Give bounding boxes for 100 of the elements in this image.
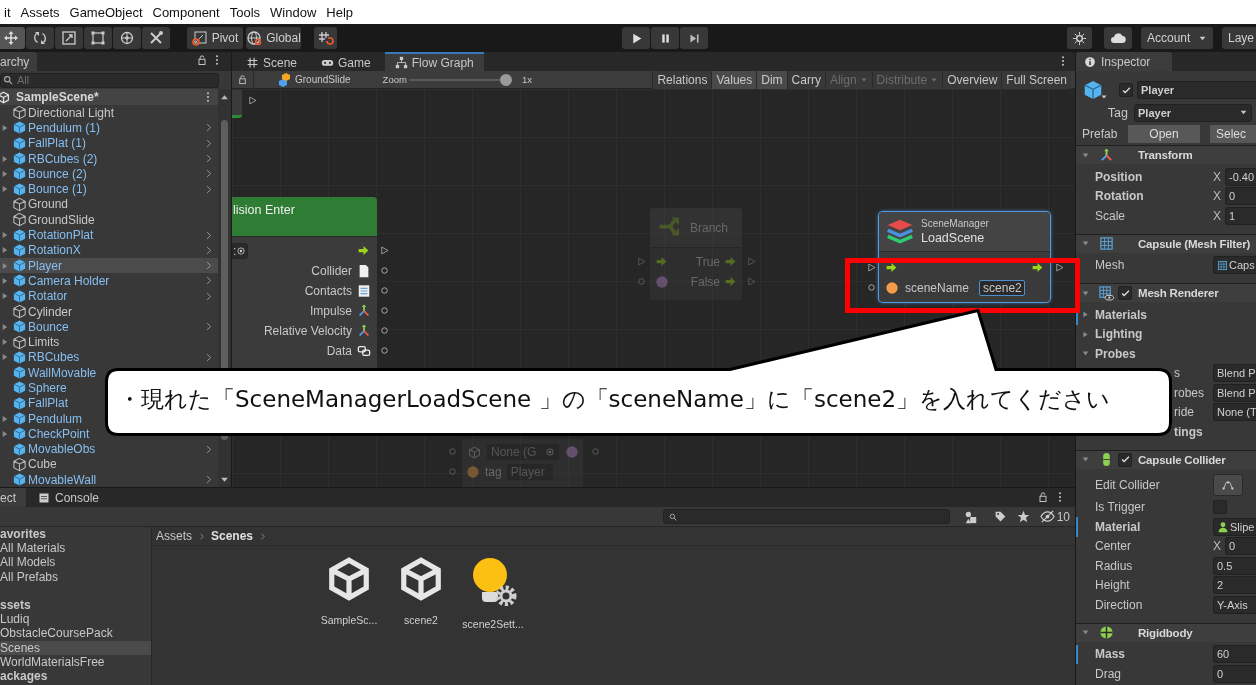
hierarchy-item[interactable]: Directional Light (0, 105, 118, 121)
edit-collider-button[interactable] (1213, 473, 1243, 496)
hierarchy-item[interactable]: Pendulum (1) (0, 120, 218, 136)
tree-section[interactable]: ssets (0, 597, 151, 613)
pause-button[interactable] (651, 27, 679, 49)
hierarchy-item[interactable]: MovableObs (0, 441, 218, 457)
hierarchy-item[interactable]: MovableWall (0, 472, 218, 487)
object-field[interactable]: : (232, 243, 248, 259)
menu-item[interactable]: Window (266, 4, 323, 20)
hierarchy-item[interactable]: Camera Holder (0, 273, 218, 289)
tool-button[interactable] (26, 27, 54, 49)
layers-dropdown[interactable]: Laye (1222, 27, 1256, 49)
step-button[interactable] (680, 27, 708, 49)
slider-thumb[interactable] (499, 73, 512, 86)
asset-name[interactable]: SampleSc... (320, 614, 378, 626)
hierarchy-item[interactable]: Cylinder (0, 303, 75, 320)
panel-tab[interactable]: Game (311, 52, 381, 71)
hierarchy-item[interactable]: RBCubes (2) (0, 150, 218, 167)
scene-row[interactable]: SampleScene* (0, 89, 218, 105)
checkbox[interactable] (1118, 286, 1132, 300)
breadcrumb-link[interactable]: Assets (156, 529, 192, 543)
hierarchy-item[interactable]: Sphere (0, 380, 70, 396)
number-field[interactable]: 0 (1225, 187, 1256, 206)
hierarchy-item[interactable]: Cube (0, 456, 60, 473)
menu-item[interactable]: Assets (16, 4, 66, 20)
hierarchy-item[interactable]: Pendulum (0, 410, 86, 427)
graph-node[interactable] (232, 90, 242, 118)
lighting-button[interactable] (1067, 27, 1092, 49)
number-field[interactable]: 0.5 (1213, 556, 1256, 575)
tool-button[interactable] (113, 27, 141, 49)
hierarchy-item[interactable]: Ground (0, 196, 72, 213)
tool-button[interactable] (55, 27, 83, 49)
tag-dropdown[interactable]: Player (1134, 103, 1252, 122)
hierarchy-item[interactable]: Player (0, 257, 218, 274)
tree-item[interactable]: ObstacleCoursePack (0, 626, 151, 641)
hierarchy-item[interactable]: GroundSlide (0, 212, 98, 228)
panel-tab[interactable]: ect (0, 488, 26, 507)
component-header[interactable]: Transform (1076, 145, 1256, 164)
panel-tab[interactable]: Scene (236, 52, 308, 71)
hierarchy-item[interactable]: CheckPoint (0, 426, 93, 442)
hierarchy-item[interactable]: FallPlat (1) (0, 135, 218, 151)
tree-item[interactable]: WorldMaterialsFree (0, 654, 151, 669)
search-field[interactable] (662, 509, 950, 524)
foldout-label[interactable]: Probes (1095, 346, 1256, 361)
text-field[interactable]: scene2 (979, 280, 1026, 296)
object-field[interactable]: Caps (1213, 256, 1256, 275)
hierarchy-item[interactable]: Bounce (0, 319, 218, 335)
tree-section[interactable]: avorites (0, 527, 151, 542)
number-field[interactable]: -0.40 (1225, 167, 1256, 186)
hierarchy-item[interactable]: Bounce (1) (0, 181, 218, 197)
panel-tab[interactable]: archy (0, 52, 38, 71)
prefab-button[interactable]: Open (1128, 124, 1200, 143)
checkbox[interactable] (1118, 452, 1132, 467)
breadcrumb-link[interactable]: Scenes (211, 529, 254, 543)
hierarchy-item[interactable]: RBCubes (0, 349, 218, 366)
tree-item[interactable]: All Prefabs (0, 569, 151, 584)
hierarchy-item[interactable]: Limits (0, 334, 63, 350)
asset-name[interactable]: scene2 (404, 614, 438, 626)
hierarchy-item[interactable]: Rotator (0, 288, 218, 304)
number-field[interactable]: 0 (1213, 664, 1256, 683)
component-header[interactable]: Capsule (Mesh Filter) (1076, 233, 1256, 253)
search-field[interactable]: All (0, 72, 219, 88)
global-button[interactable]: Global (246, 27, 301, 49)
tree-item[interactable]: All Models (0, 555, 151, 570)
menu-item[interactable]: GameObject (65, 4, 149, 20)
play-button[interactable] (622, 27, 650, 49)
tool-button[interactable] (84, 27, 112, 49)
dropdown[interactable]: None (T (1213, 403, 1256, 422)
asset-name[interactable]: scene2Sett... (462, 618, 524, 630)
hierarchy-item[interactable]: FallPlat (0, 395, 71, 411)
menu-item[interactable]: Help (322, 4, 360, 20)
menu-item[interactable]: it (0, 4, 17, 20)
object-field[interactable]: Slipe (1213, 517, 1256, 536)
number-field[interactable]: 0 (1225, 537, 1256, 556)
component-header[interactable]: Rigidbody (1076, 622, 1256, 642)
dropdown[interactable]: Y-Axis (1213, 595, 1256, 614)
tree-item[interactable]: All Materials (0, 541, 151, 556)
cloud-button[interactable] (1104, 27, 1132, 49)
tree-item[interactable]: Scenes (0, 640, 151, 655)
hierarchy-item[interactable]: WallMovable (0, 365, 100, 381)
prefab-button[interactable]: Selec (1210, 124, 1256, 143)
menu-item[interactable]: Component (148, 4, 226, 20)
pivot-button[interactable]: Pivot (187, 27, 243, 49)
tree-section[interactable]: ackages (0, 668, 151, 684)
panel-tab[interactable]: Inspector (1076, 52, 1173, 71)
hierarchy-item[interactable]: RotationX (0, 242, 218, 258)
menu-item[interactable]: Tools (225, 4, 267, 20)
dropdown[interactable]: Blend P (1213, 383, 1256, 402)
number-field[interactable]: 2 (1213, 576, 1256, 595)
panel-tab[interactable]: Flow Graph (384, 52, 484, 71)
hidden-count-button[interactable]: 10 (1039, 509, 1070, 524)
name-field[interactable]: Player (1137, 81, 1256, 99)
checkbox[interactable] (1119, 83, 1133, 97)
tool-button[interactable] (142, 27, 170, 49)
snap-button[interactable] (314, 27, 337, 49)
number-field[interactable]: 60 (1213, 645, 1256, 664)
component-header[interactable]: Capsule Collider (1076, 449, 1256, 469)
hierarchy-item[interactable]: RotationPlat (0, 227, 218, 243)
foldout-label[interactable]: Lighting (1095, 327, 1256, 342)
hierarchy-item[interactable]: Bounce (2) (0, 166, 218, 182)
